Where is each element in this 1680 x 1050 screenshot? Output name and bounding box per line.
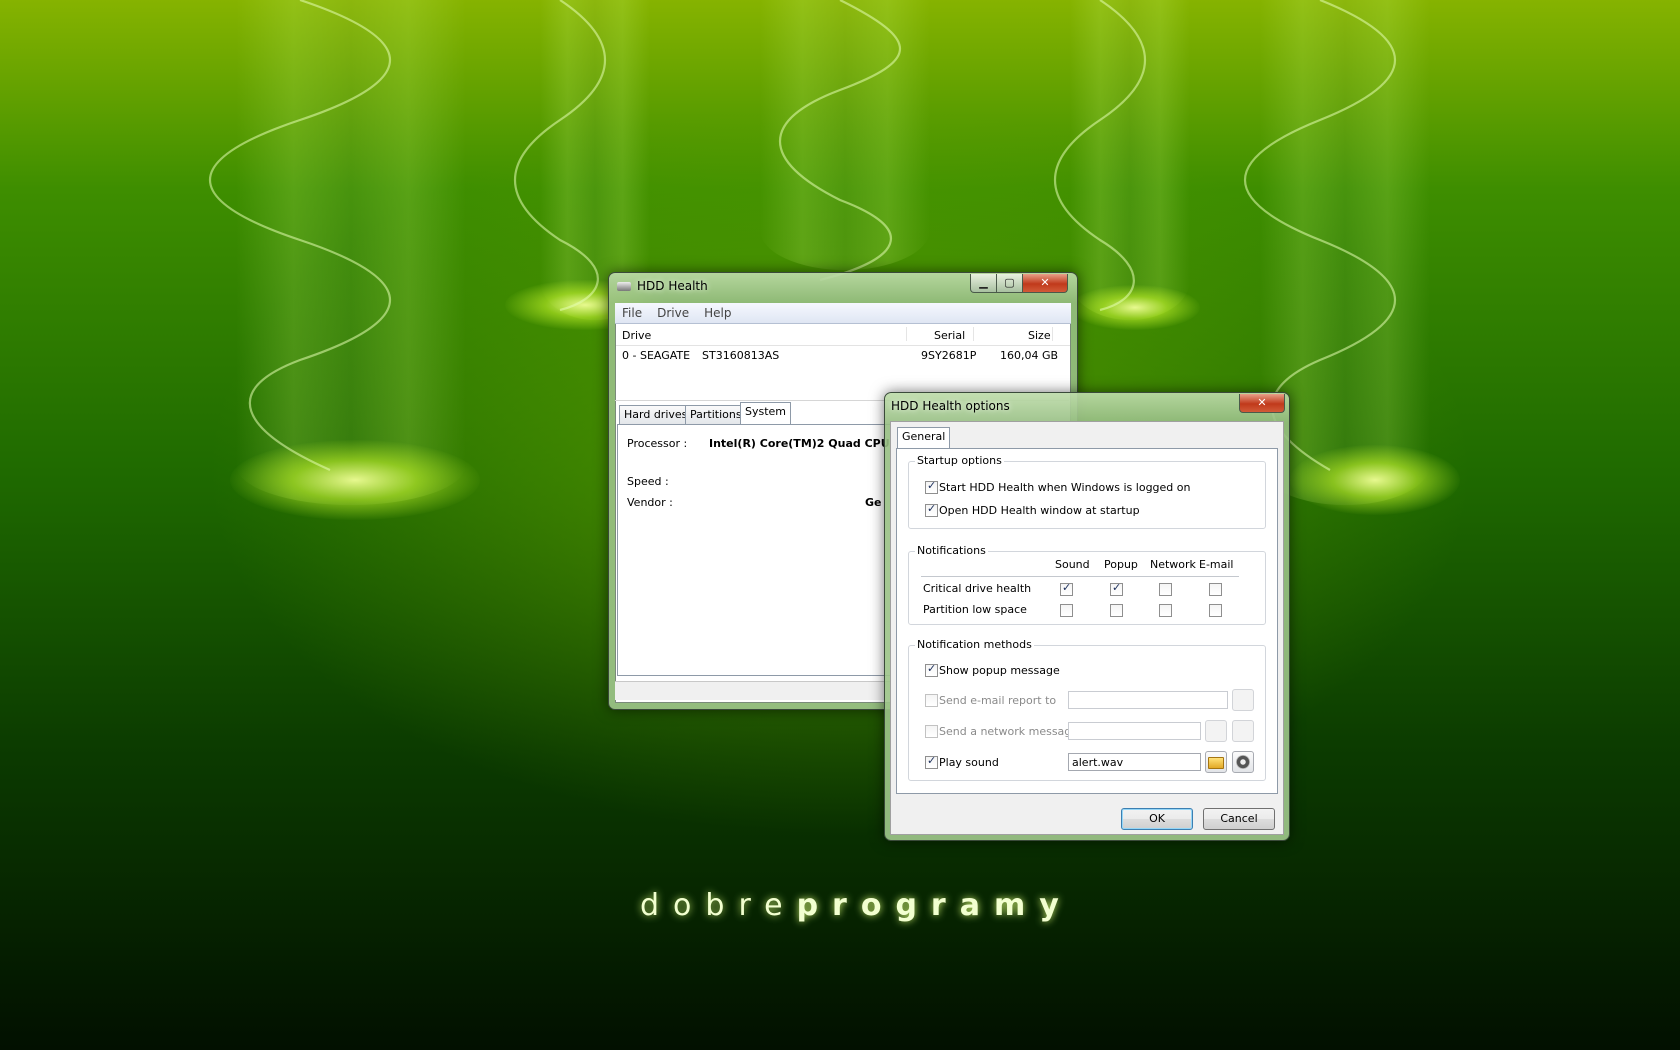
options-dialog: HDD Health options ✕ General Startup opt… bbox=[884, 392, 1290, 841]
close-button[interactable]: ✕ bbox=[1022, 274, 1068, 293]
column-serial[interactable]: Serial bbox=[934, 329, 965, 342]
tab-partitions[interactable]: Partitions bbox=[685, 405, 747, 424]
cancel-button[interactable]: Cancel bbox=[1203, 808, 1275, 830]
column-divider bbox=[1052, 327, 1053, 341]
network-browse-button[interactable] bbox=[1205, 720, 1227, 742]
app-icon bbox=[617, 282, 631, 291]
vendor-value: Ge bbox=[865, 496, 882, 509]
start-when-logged-on-checkbox[interactable] bbox=[925, 479, 938, 494]
minimize-button[interactable]: ▁ bbox=[970, 274, 997, 293]
critical-network-checkbox[interactable] bbox=[1159, 583, 1172, 596]
maximize-button[interactable]: ▢ bbox=[996, 274, 1023, 293]
drive-model: ST3160813AS bbox=[702, 349, 780, 362]
send-email-label[interactable]: Send e-mail report to bbox=[939, 694, 1056, 707]
critical-drive-health-label: Critical drive health bbox=[923, 582, 1032, 595]
vendor-label: Vendor : bbox=[627, 496, 673, 509]
startup-options-group: Startup options bbox=[908, 454, 1266, 529]
column-divider bbox=[906, 327, 907, 341]
critical-sound-checkbox[interactable] bbox=[1060, 581, 1073, 596]
open-window-at-startup-label[interactable]: Open HDD Health window at startup bbox=[939, 504, 1140, 517]
tab-general[interactable]: General bbox=[897, 427, 951, 449]
start-when-logged-on-label[interactable]: Start HDD Health when Windows is logged … bbox=[939, 481, 1190, 494]
folder-icon bbox=[1208, 757, 1224, 769]
play-sound-label[interactable]: Play sound bbox=[939, 756, 999, 769]
ok-button[interactable]: OK bbox=[1121, 808, 1193, 830]
drive-row[interactable]: 0 - SEAGATE ST3160813AS 9SY2681P 160,04 … bbox=[616, 347, 1070, 365]
menu-bar: File Drive Help bbox=[615, 303, 1071, 324]
dialog-title: HDD Health options bbox=[891, 399, 1010, 413]
notification-methods-label: Notification methods bbox=[915, 638, 1034, 651]
menu-file[interactable]: File bbox=[615, 303, 650, 320]
window-title: HDD Health bbox=[637, 279, 708, 293]
column-divider bbox=[973, 327, 974, 341]
processor-label: Processor : bbox=[627, 437, 688, 450]
dialog-close-button[interactable]: ✕ bbox=[1239, 394, 1285, 413]
drive-list-header: Drive Serial Size bbox=[616, 325, 1070, 346]
partition-popup-checkbox[interactable] bbox=[1110, 604, 1123, 617]
critical-email-checkbox[interactable] bbox=[1209, 583, 1222, 596]
speaker-icon bbox=[1236, 755, 1250, 769]
tab-hard-drives[interactable]: Hard drives bbox=[619, 405, 693, 424]
column-drive[interactable]: Drive bbox=[622, 329, 651, 342]
brand-text-bold: programy bbox=[796, 888, 1073, 923]
open-window-at-startup-checkbox[interactable] bbox=[925, 502, 938, 517]
sound-file-field[interactable]: alert.wav bbox=[1068, 753, 1201, 771]
menu-drive[interactable]: Drive bbox=[650, 303, 697, 320]
show-popup-label[interactable]: Show popup message bbox=[939, 664, 1060, 677]
notifications-header-line bbox=[921, 576, 1239, 577]
partition-email-checkbox[interactable] bbox=[1209, 604, 1222, 617]
processor-value: Intel(R) Core(TM)2 Quad CPU bbox=[709, 437, 890, 450]
partition-network-checkbox[interactable] bbox=[1159, 604, 1172, 617]
brand-text-light: dobre bbox=[640, 888, 797, 923]
play-sound-checkbox[interactable] bbox=[925, 754, 938, 769]
email-address-field[interactable] bbox=[1068, 691, 1228, 709]
column-popup: Popup bbox=[1104, 558, 1138, 571]
startup-options-label: Startup options bbox=[915, 454, 1004, 467]
column-email: E-mail bbox=[1199, 558, 1234, 571]
critical-popup-checkbox[interactable] bbox=[1110, 581, 1123, 596]
browse-sound-button[interactable] bbox=[1205, 751, 1227, 773]
send-network-checkbox[interactable] bbox=[925, 725, 938, 738]
tab-system[interactable]: System bbox=[740, 402, 792, 424]
speed-label: Speed : bbox=[627, 475, 669, 488]
column-network: Network bbox=[1150, 558, 1196, 571]
network-address-field[interactable] bbox=[1068, 722, 1201, 740]
notifications-label: Notifications bbox=[915, 544, 988, 557]
send-email-checkbox[interactable] bbox=[925, 694, 938, 707]
wallpaper-brand-logo: dobreprogramy bbox=[640, 888, 1073, 923]
column-sound: Sound bbox=[1055, 558, 1090, 571]
drive-size: 160,04 GB bbox=[1000, 349, 1059, 362]
network-test-button[interactable] bbox=[1232, 720, 1254, 742]
email-settings-button[interactable] bbox=[1232, 689, 1254, 711]
partition-sound-checkbox[interactable] bbox=[1060, 604, 1073, 617]
column-size[interactable]: Size bbox=[1028, 329, 1051, 342]
drive-name: 0 - SEAGATE bbox=[622, 349, 691, 362]
drive-serial: 9SY2681P bbox=[921, 349, 977, 362]
play-sound-button[interactable] bbox=[1232, 751, 1254, 773]
menu-help[interactable]: Help bbox=[697, 303, 739, 320]
partition-low-space-label: Partition low space bbox=[923, 603, 1027, 616]
show-popup-checkbox[interactable] bbox=[925, 662, 938, 677]
send-network-label[interactable]: Send a network message bbox=[939, 725, 1078, 738]
